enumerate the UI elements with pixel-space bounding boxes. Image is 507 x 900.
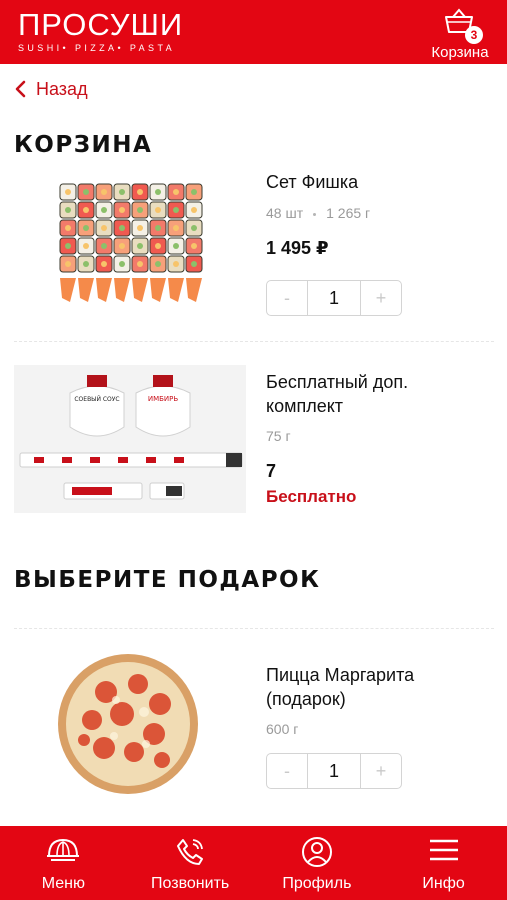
nav-item-call[interactable]: Позвонить [127, 826, 254, 900]
product-weight: 1 265 г [326, 205, 371, 221]
cart-count-badge: 3 [465, 26, 483, 44]
product-weight: 75 г [266, 428, 291, 444]
logo-subtitle: SUSHI• PIZZA• PASTA [18, 43, 176, 53]
chevron-left-icon [15, 80, 26, 98]
gift-title: ВЫБЕРИТЕ ПОДАРОК [14, 567, 321, 593]
free-kit-image[interactable]: СОЕВЫЙ СОУС ИМБИРЬ [14, 365, 246, 513]
quantity-value: 1 [307, 281, 361, 315]
bottom-navigation: Меню Позвонить Профиль Инфо [0, 826, 507, 900]
divider [14, 628, 494, 629]
back-button[interactable]: Назад [14, 77, 88, 101]
ginger-label: ИМБИРЬ [148, 395, 179, 403]
sushi-set-picture [59, 183, 203, 302]
decrement-button[interactable]: - [267, 754, 307, 788]
quantity-stepper: - 1 + [266, 753, 402, 789]
divider [14, 341, 494, 342]
pizza-picture [58, 654, 198, 794]
free-price-label: Бесплатно [266, 487, 357, 506]
nav-item-profile[interactable]: Профиль [254, 826, 381, 900]
nav-item-menu[interactable]: Меню [0, 826, 127, 900]
quantity-stepper: - 1 + [266, 280, 402, 316]
pizza-image[interactable] [56, 652, 200, 796]
product-name[interactable]: Бесплатный доп. комплект [266, 370, 486, 418]
cart-title: КОРЗИНА [14, 132, 153, 158]
quantity-value: 1 [307, 754, 361, 788]
product-price: 1 495 ₽ [266, 238, 329, 258]
product-weight: 600 г [266, 721, 299, 737]
phone-icon [177, 839, 204, 865]
free-kit-picture: СОЕВЫЙ СОУС ИМБИРЬ [14, 365, 246, 513]
profile-icon [301, 837, 332, 867]
menu-dome-icon [47, 838, 80, 861]
meta-separator [313, 212, 317, 216]
cart-label: Корзина [431, 44, 489, 61]
nav-label: Позвонить [151, 875, 230, 892]
increment-button[interactable]: + [361, 281, 401, 315]
cart-button[interactable]: 3 Корзина [423, 4, 497, 61]
nav-label: Профиль [282, 875, 352, 892]
decrement-button[interactable]: - [267, 281, 307, 315]
increment-button[interactable]: + [361, 754, 401, 788]
product-quantity: 7 [266, 461, 277, 481]
product-meta: 48 шт 1 265 г [266, 205, 370, 221]
nav-label: Меню [41, 875, 85, 892]
product-pieces: 48 шт [266, 205, 304, 221]
product-name[interactable]: Пицца Маргарита (подарок) [266, 663, 486, 711]
app-header: ПРОСУШИ SUSHI• PIZZA• PASTA 3 Корзина [0, 0, 507, 64]
sushi-set-image[interactable] [56, 178, 208, 308]
back-label: Назад [36, 78, 88, 99]
soy-sauce-label: СОЕВЫЙ СОУС [74, 396, 119, 403]
logo-title: ПРОСУШИ [18, 7, 184, 42]
product-name[interactable]: Сет Фишка [266, 170, 486, 194]
hamburger-icon [429, 839, 458, 861]
nav-item-info[interactable]: Инфо [380, 826, 507, 900]
nav-label: Инфо [422, 875, 465, 892]
logo[interactable]: ПРОСУШИ SUSHI• PIZZA• PASTA [18, 7, 184, 54]
